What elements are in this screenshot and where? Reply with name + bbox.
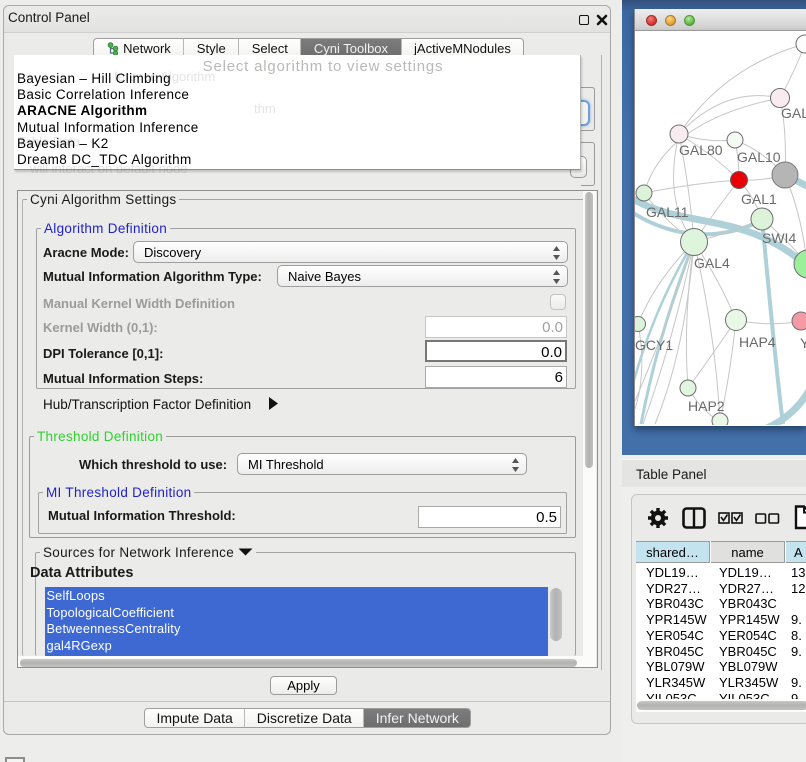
svg-text:GCY1: GCY1 [635, 337, 673, 353]
svg-text:SWI4: SWI4 [762, 230, 796, 246]
svg-text:GAL80: GAL80 [679, 142, 723, 158]
svg-text:GAL4: GAL4 [694, 255, 730, 271]
svg-text:HAP2: HAP2 [688, 398, 725, 414]
svg-text:GAL10: GAL10 [737, 149, 781, 165]
svg-text:Y: Y [800, 335, 806, 351]
svg-text:HAP4: HAP4 [739, 334, 776, 350]
svg-text:GAL1: GAL1 [741, 191, 777, 207]
svg-text:GAL11: GAL11 [646, 204, 689, 220]
svg-text:GAL7: GAL7 [781, 105, 806, 121]
